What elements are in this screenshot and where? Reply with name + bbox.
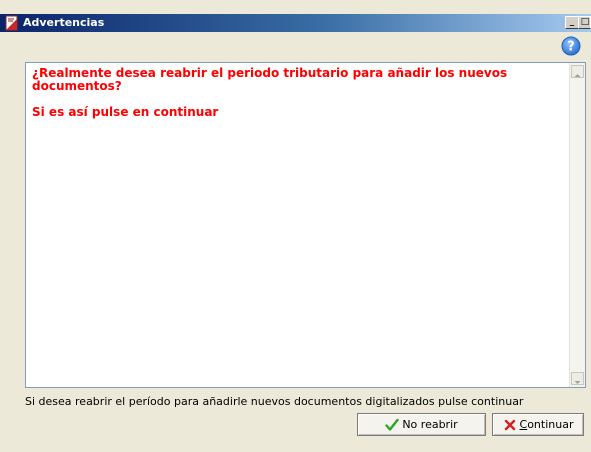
continuar-label: Continuar xyxy=(519,418,574,431)
message-area[interactable]: ¿Realmente desea reabrir el periodo trib… xyxy=(25,62,586,388)
title-bar[interactable]: Advertencias _ □ X xyxy=(0,14,591,32)
message-instruction: Si es así pulse en continuar xyxy=(32,105,219,119)
help-icon[interactable]: ? xyxy=(561,36,581,56)
hint-text: Si desea reabrir el período para añadirl… xyxy=(25,395,524,408)
message-text: ¿Realmente desea reabrir el periodo trib… xyxy=(32,67,562,132)
svg-text:?: ? xyxy=(567,40,575,55)
checkmark-icon xyxy=(385,418,400,431)
cross-icon xyxy=(504,419,515,430)
scroll-up-button[interactable] xyxy=(571,65,584,78)
minimize-button[interactable]: _ xyxy=(565,16,579,29)
no-reabrir-button[interactable]: No reabrir xyxy=(357,413,486,436)
no-reabrir-label: No reabrir xyxy=(402,418,458,431)
arrow-down-icon xyxy=(574,381,581,384)
window-title: Advertencias xyxy=(23,16,105,29)
scroll-down-button[interactable] xyxy=(571,372,584,385)
message-question: ¿Realmente desea reabrir el periodo trib… xyxy=(32,66,508,93)
continuar-button[interactable]: Continuar xyxy=(492,413,584,436)
vertical-scrollbar[interactable] xyxy=(569,63,585,387)
arrow-up-icon xyxy=(574,74,581,77)
warning-dialog: Advertencias _ □ X ? ¿Realmente desea re… xyxy=(0,0,591,452)
app-document-icon xyxy=(5,15,18,31)
